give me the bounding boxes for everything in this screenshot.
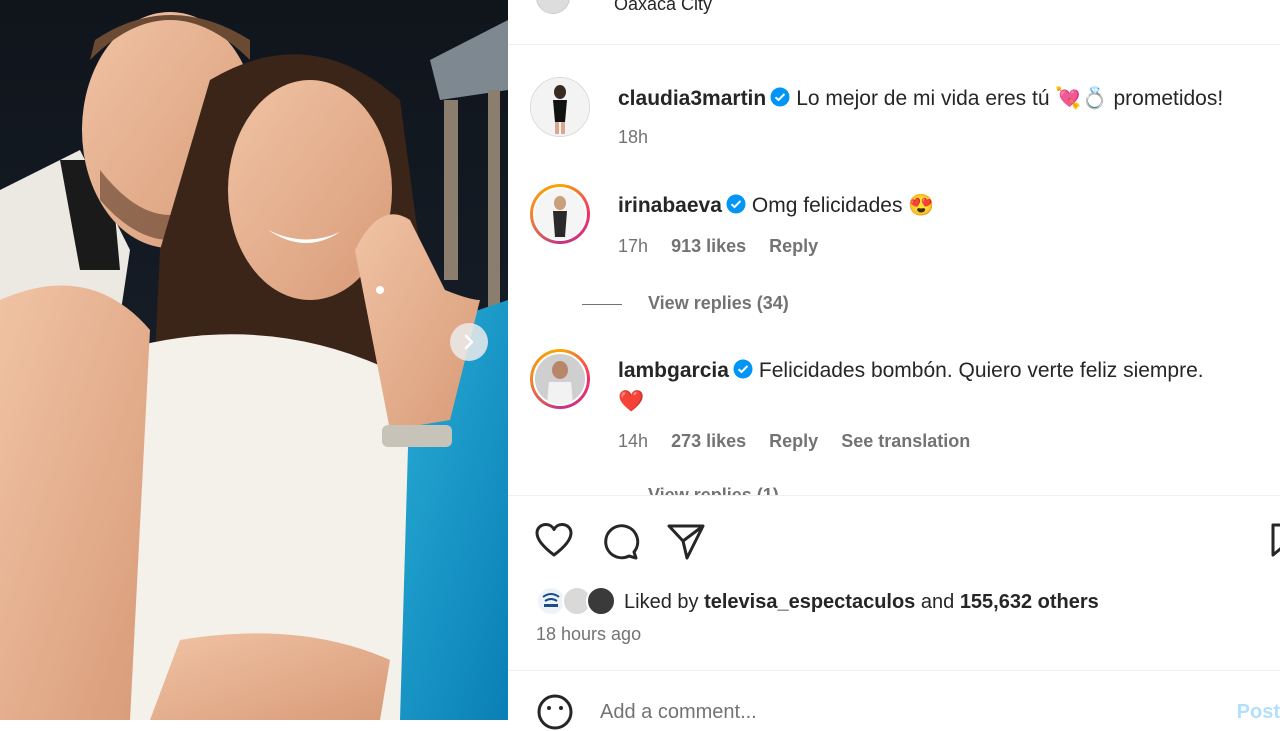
liked-by-user[interactable]: televisa_espectaculos: [704, 591, 915, 614]
verified-badge-icon: [770, 87, 790, 107]
view-replies-button[interactable]: View replies (34): [646, 293, 789, 314]
liked-by-summary: Liked by televisa_espectaculos and 155,6…: [536, 586, 1099, 618]
share-icon[interactable]: [666, 522, 706, 562]
post-details-panel: Oaxaca City claudia3martin Lo mejor de mi…: [508, 0, 1280, 730]
caption-time[interactable]: 18h: [618, 127, 648, 147]
comment-time[interactable]: 14h: [618, 431, 648, 451]
chevron-right-icon: [464, 334, 474, 350]
save-bookmark-icon[interactable]: [1270, 522, 1280, 558]
comment-body: Omg felicidades 😍: [751, 194, 935, 217]
comment-username[interactable]: irinabaeva: [618, 194, 722, 217]
avatar[interactable]: [530, 77, 590, 137]
avatar[interactable]: [530, 349, 590, 409]
liked-by-middle: and: [920, 590, 955, 613]
verified-badge-icon: [726, 194, 746, 214]
caption-meta: 18h: [618, 127, 666, 148]
next-photo-button[interactable]: [450, 323, 488, 361]
comment-meta: 14h 273 likes Reply See translation: [618, 431, 988, 452]
post-photo: [0, 0, 508, 720]
emoji-icon[interactable]: [536, 693, 574, 731]
user-photo-icon: [531, 78, 589, 136]
caption-text: claudia3martin Lo mejor de mi vida eres t…: [618, 83, 1223, 114]
liked-by-avatars: [536, 586, 620, 618]
see-translation-button[interactable]: See translation: [841, 431, 970, 451]
post-location[interactable]: Oaxaca City: [614, 0, 712, 15]
comment-icon[interactable]: [600, 522, 640, 562]
author-avatar-small[interactable]: [536, 0, 570, 14]
comment-username[interactable]: lambgarcia: [618, 359, 729, 382]
televisa-logo-icon: [542, 593, 560, 607]
post-header: Oaxaca City: [508, 0, 1280, 45]
heart-icon[interactable]: [534, 522, 574, 558]
user-photo-icon: [535, 189, 585, 239]
reply-button[interactable]: Reply: [769, 236, 818, 256]
couple-photo-illustration: [0, 0, 508, 720]
comment-text: lambgarcia Felicidades bombón. Quiero ver…: [618, 355, 1204, 417]
avatar[interactable]: [586, 586, 616, 616]
comment-likes[interactable]: 273 likes: [671, 431, 746, 451]
caption-username[interactable]: claudia3martin: [618, 87, 766, 110]
add-comment-bar: Add a comment... Post: [508, 670, 1280, 730]
liked-by-prefix: Liked by: [624, 590, 699, 613]
comment-text: irinabaeva Omg felicidades 😍: [618, 190, 934, 221]
comment-likes[interactable]: 913 likes: [671, 236, 746, 256]
comment-time[interactable]: 17h: [618, 236, 648, 256]
post-comment-button[interactable]: Post: [1237, 701, 1280, 724]
avatar[interactable]: [530, 184, 590, 244]
comment-body: Felicidades bombón. Quiero verte feliz s…: [758, 359, 1204, 382]
likes-count[interactable]: 155,632 others: [960, 591, 1099, 614]
comment-input[interactable]: Add a comment...: [600, 701, 757, 724]
post-time-ago[interactable]: 18 hours ago: [536, 624, 641, 645]
verified-badge-icon: [733, 359, 753, 379]
post-actions-bar: Liked by televisa_espectaculos and 155,6…: [508, 495, 1280, 671]
comment-body-line2: ❤️: [618, 390, 645, 413]
caption-body: Lo mejor de mi vida eres tú 💘💍 prometido…: [796, 87, 1224, 110]
reply-button[interactable]: Reply: [769, 431, 818, 451]
user-photo-icon: [535, 354, 585, 404]
comment-meta: 17h 913 likes Reply: [618, 236, 836, 257]
